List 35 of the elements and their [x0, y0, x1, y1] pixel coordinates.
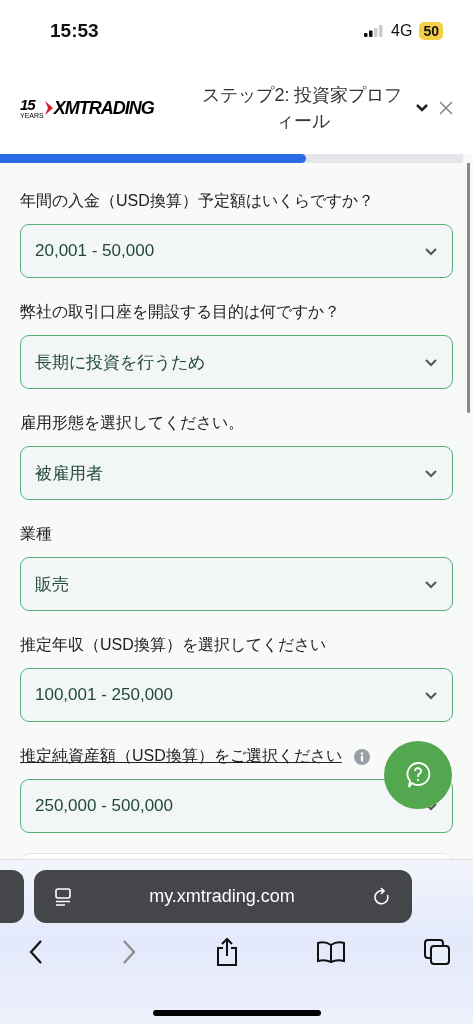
field-label: 業種	[20, 524, 52, 544]
battery-level: 50	[419, 22, 443, 40]
chevron-down-icon	[424, 468, 438, 478]
forward-icon[interactable]	[121, 939, 138, 965]
book-icon[interactable]	[315, 940, 346, 964]
help-icon	[405, 761, 431, 789]
chevron-down-icon[interactable]	[415, 103, 429, 113]
tabs-icon[interactable]	[423, 938, 451, 966]
field-label: 年間の入金（USD換算）予定額はいくらですか？	[20, 191, 374, 211]
reload-icon[interactable]	[372, 885, 392, 908]
dropdown-field[interactable]: 長期に投資を行うため	[20, 335, 453, 389]
address-bar[interactable]: my.xmtrading.com	[34, 870, 412, 923]
field-label: 推定純資産額（USD換算）をご選択ください	[20, 746, 342, 766]
chevron-down-icon	[424, 246, 438, 256]
step-title: ステップ2: 投資家プロフィール	[201, 83, 404, 133]
dropdown-field[interactable]: 20,001 - 50,000	[20, 224, 453, 278]
share-icon[interactable]	[214, 937, 239, 967]
field-label: 推定年収（USD換算）を選択してください	[20, 635, 326, 655]
chevron-down-icon	[424, 357, 438, 367]
close-icon[interactable]	[439, 101, 453, 115]
dropdown-field[interactable]: 販売	[20, 557, 453, 611]
dropdown-field[interactable]: 100,001 - 250,000	[20, 668, 453, 722]
network-label: 4G	[391, 22, 413, 40]
info-icon[interactable]	[353, 748, 370, 765]
field-label: 雇用形態を選択してください。	[20, 413, 244, 433]
signal-icon	[364, 25, 385, 37]
tab-preview[interactable]	[0, 870, 24, 923]
chevron-down-icon	[424, 690, 438, 700]
chevron-down-icon	[424, 579, 438, 589]
field-label: 弊社の取引口座を開設する目的は何ですか？	[20, 302, 340, 322]
dropdown-field[interactable]: 被雇用者	[20, 446, 453, 500]
dropdown-field[interactable]: 250,000 - 500,000	[20, 779, 453, 833]
status-time: 15:53	[50, 20, 99, 42]
reader-icon[interactable]	[54, 886, 72, 907]
back-icon[interactable]	[28, 939, 44, 965]
